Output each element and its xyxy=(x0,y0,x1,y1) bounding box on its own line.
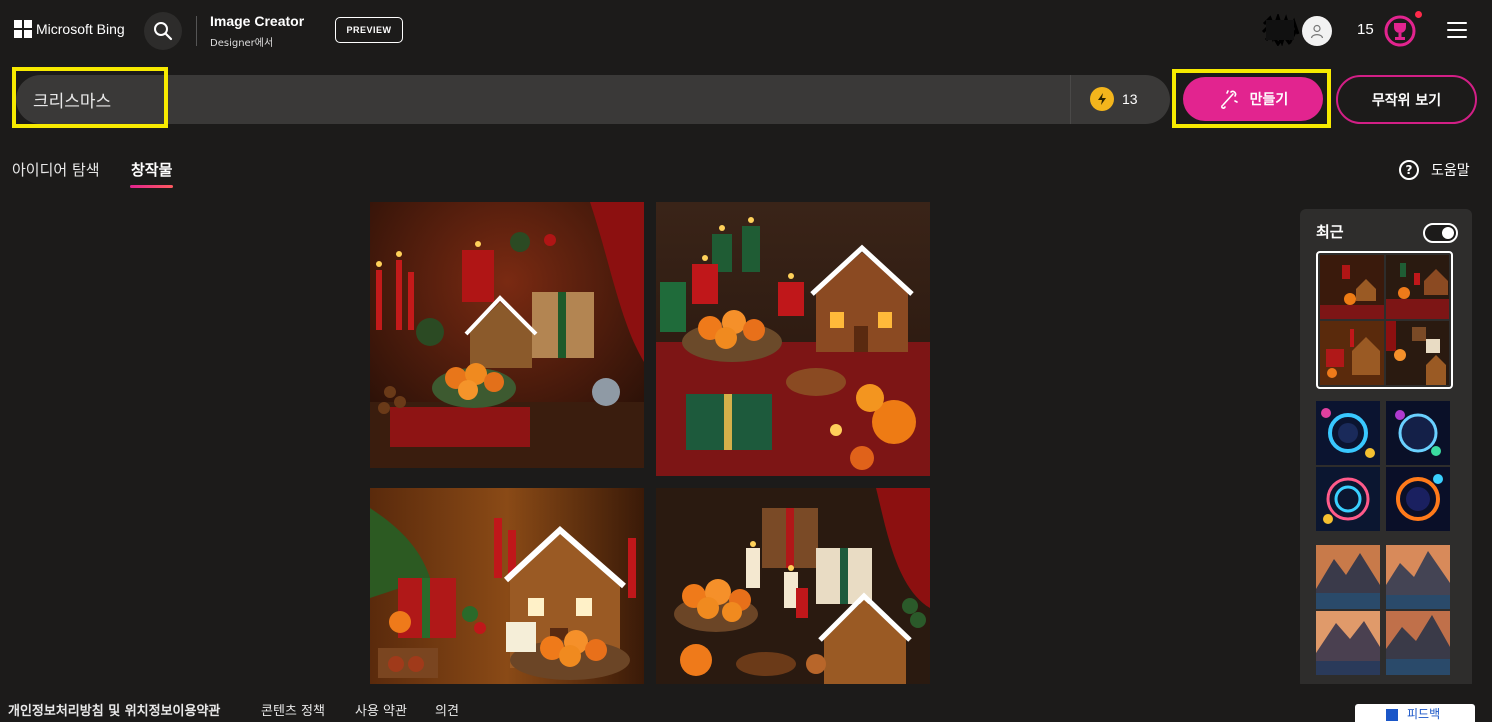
recent-thumb xyxy=(1385,321,1449,385)
footer-link-privacy[interactable]: 개인정보처리방침 및 위치정보이용약관 xyxy=(8,700,220,719)
generated-image-3[interactable] xyxy=(370,488,644,684)
user-profile[interactable] xyxy=(1258,12,1334,50)
notification-dot xyxy=(1415,11,1422,18)
microsoft-bing-logo[interactable]: Microsoft Bing xyxy=(14,20,125,38)
feedback-icon xyxy=(1386,709,1398,721)
toggle-knob xyxy=(1442,227,1454,239)
recent-group-mountain-landscape[interactable] xyxy=(1316,545,1453,675)
boost-indicator[interactable]: 13 xyxy=(1090,87,1138,111)
feedback-button[interactable]: 피드백 xyxy=(1355,704,1475,722)
footer-link-feedback-opinion[interactable]: 의견 xyxy=(435,700,459,719)
hamburger-menu-icon[interactable] xyxy=(1445,20,1469,40)
tab-explore-ideas[interactable]: 아이디어 탐색 xyxy=(12,159,100,180)
app-title[interactable]: Image Creator xyxy=(210,13,304,29)
footer: 개인정보처리방침 및 위치정보이용약관 콘텐츠 정책 사용 약관 의견 xyxy=(0,684,1492,722)
feedback-label: 피드백 xyxy=(1407,706,1441,721)
footer-link-content-policy[interactable]: 콘텐츠 정책 xyxy=(261,700,325,719)
header: Microsoft Bing Image Creator Designer에서 … xyxy=(0,0,1492,62)
redacted-username xyxy=(1261,14,1300,46)
help-label: 도움말 xyxy=(1431,163,1470,179)
prompt-input[interactable] xyxy=(16,75,1070,124)
app-subtitle: Designer에서 xyxy=(210,38,274,49)
recent-group-neon-clock[interactable] xyxy=(1316,401,1453,531)
recent-thumb xyxy=(1385,401,1454,465)
search-button[interactable] xyxy=(144,12,182,50)
search-icon xyxy=(154,22,173,41)
recent-toggle[interactable] xyxy=(1423,223,1458,243)
brand-name: Microsoft Bing xyxy=(36,21,125,37)
footer-link-terms[interactable]: 사용 약관 xyxy=(355,700,407,719)
recent-thumb xyxy=(1316,545,1384,609)
create-button[interactable]: 만들기 xyxy=(1183,77,1323,121)
recent-thumb xyxy=(1385,611,1454,675)
recent-title: 최근 xyxy=(1316,223,1344,241)
header-divider xyxy=(196,16,197,46)
recent-group-christmas[interactable] xyxy=(1316,251,1453,389)
surprise-me-button[interactable]: 무작위 보기 xyxy=(1336,75,1477,124)
recent-thumb xyxy=(1385,255,1449,319)
recent-thumb xyxy=(1316,467,1384,531)
recent-thumb xyxy=(1320,255,1384,319)
profile-icon xyxy=(1302,16,1332,46)
recent-thumb xyxy=(1316,611,1384,675)
windows-logo-icon xyxy=(14,20,32,38)
boost-count: 13 xyxy=(1122,91,1138,107)
preview-badge: PREVIEW xyxy=(335,17,403,43)
create-button-label: 만들기 xyxy=(1249,92,1289,108)
active-tab-underline xyxy=(130,185,173,188)
generated-image-4[interactable] xyxy=(656,488,930,684)
image-creator-page: Microsoft Bing Image Creator Designer에서 … xyxy=(0,0,1492,722)
rewards-points[interactable]: 15 xyxy=(1357,21,1374,38)
generated-image-2[interactable] xyxy=(656,202,930,476)
help-icon: ? xyxy=(1399,160,1419,180)
tab-creations[interactable]: 창작물 xyxy=(131,159,172,180)
rewards-icon[interactable] xyxy=(1383,14,1417,48)
boost-coin-icon xyxy=(1090,87,1114,111)
recent-thumb xyxy=(1385,467,1454,531)
recent-panel: 최근 xyxy=(1300,209,1472,689)
recent-thumb xyxy=(1385,545,1454,609)
recent-thumb xyxy=(1320,321,1384,385)
help-button[interactable]: ? 도움말 xyxy=(1399,160,1470,180)
recent-thumb xyxy=(1316,401,1384,465)
generated-image-1[interactable] xyxy=(370,202,644,468)
boost-divider xyxy=(1070,75,1071,124)
create-sparkle-icon xyxy=(1220,90,1238,109)
